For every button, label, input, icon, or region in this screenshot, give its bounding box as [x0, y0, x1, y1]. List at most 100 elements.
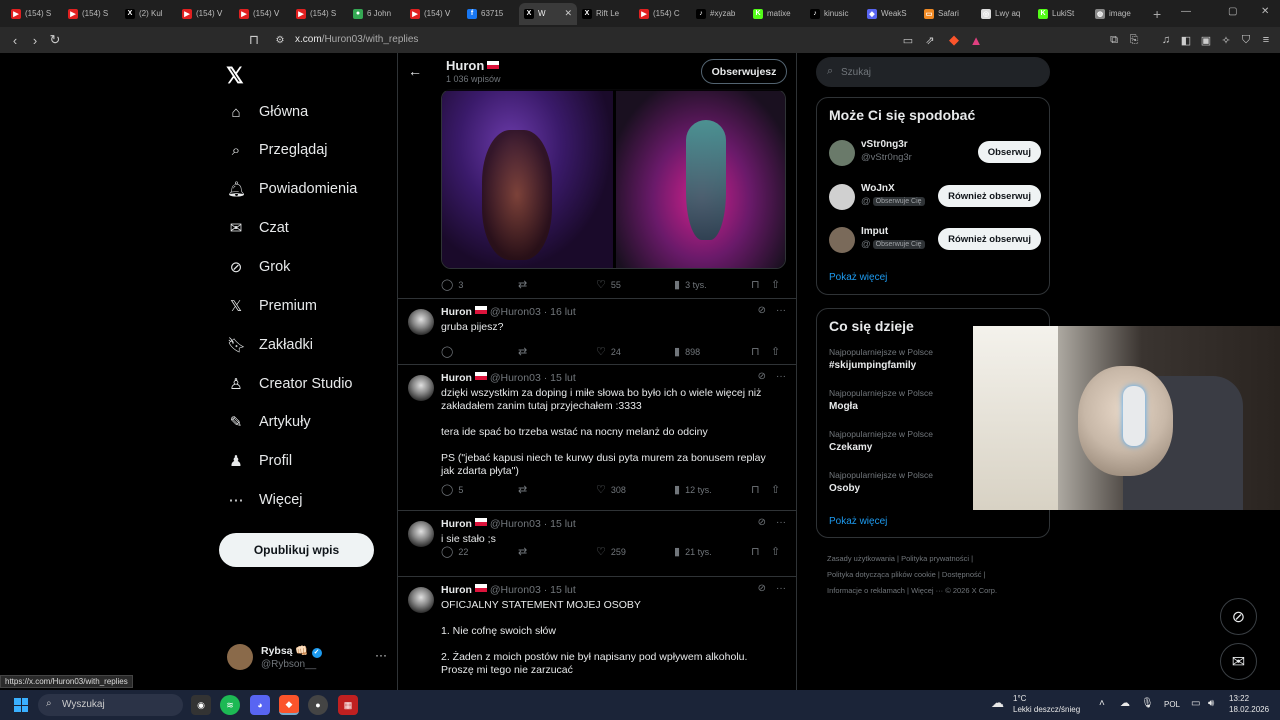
- like-button[interactable]: ♡ 308: [596, 483, 626, 496]
- bookmark-icon[interactable]: ⊓: [244, 32, 264, 48]
- app-icon[interactable]: ▦: [338, 695, 358, 715]
- browser-tab[interactable]: ▭ Safari: [919, 3, 976, 25]
- tweet-author-name[interactable]: Huron: [441, 518, 472, 530]
- more-icon[interactable]: ···: [776, 371, 786, 382]
- network-icon[interactable]: ▭: [1191, 698, 1200, 720]
- sidebar-icon[interactable]: ◧: [1176, 34, 1196, 47]
- like-button[interactable]: ♡ 55: [596, 278, 621, 291]
- back-arrow-icon[interactable]: ←: [408, 63, 422, 79]
- avatar[interactable]: [408, 587, 434, 613]
- taskbar-search[interactable]: ⌕ Wyszukaj: [38, 694, 183, 716]
- avatar[interactable]: [408, 309, 434, 335]
- reply-button[interactable]: ◯ 22: [441, 545, 468, 558]
- browser-tab[interactable]: ▶ (154) C: [634, 3, 691, 25]
- bookmark-button[interactable]: ⊓: [751, 545, 760, 558]
- tray-app-icon[interactable]: ☁: [1120, 698, 1130, 720]
- share-button[interactable]: ⇧: [771, 345, 780, 358]
- share-button[interactable]: ⇧: [771, 483, 780, 496]
- nav-item-3[interactable]: ✉ Czat: [227, 213, 289, 243]
- browser-tab[interactable]: Kmatixe: [748, 3, 805, 25]
- brave-icon[interactable]: ◆: [279, 695, 299, 715]
- more-icon[interactable]: ···: [776, 517, 786, 528]
- nav-item-5[interactable]: 𝕏 Premium: [227, 291, 317, 321]
- avatar[interactable]: [829, 184, 855, 210]
- volume-icon[interactable]: 🔊︎: [1208, 698, 1214, 720]
- browser-tab[interactable]: ▶ (154) S: [6, 3, 63, 25]
- share-button[interactable]: ⇧: [771, 545, 780, 558]
- screenshot-icon[interactable]: ⎘: [1124, 34, 1144, 47]
- weather-widget[interactable]: ☁ 1°C Lekki deszcz/śnieg: [991, 690, 1091, 720]
- browser-tab[interactable]: ♪ kinusic: [805, 3, 862, 25]
- tweet[interactable]: Huron @Huron03 · 15 lut ⊘ ··· dzięki wszyst…: [398, 364, 796, 510]
- repost-button[interactable]: ⇄: [518, 545, 527, 558]
- repost-button[interactable]: ⇄: [518, 345, 527, 358]
- browser-tab[interactable]: ▶ (154) ᐯ: [405, 3, 462, 25]
- trends-show-more-link[interactable]: Pokaż więcej: [829, 516, 887, 527]
- browser-tab[interactable]: ▶ (154) S: [63, 3, 120, 25]
- more-icon[interactable]: ···: [776, 305, 786, 316]
- suggested-account[interactable]: WoJnX @ Obserwuje Cię Również obserwuj: [829, 182, 1041, 212]
- tweet[interactable]: Huron @Huron03 · 15 lut ⊘ ··· OFICJALNY STA…: [398, 576, 796, 693]
- views-button[interactable]: ▮ 21 tys.: [674, 545, 712, 558]
- grok-icon[interactable]: ⊘: [758, 583, 766, 594]
- follow-button[interactable]: Obserwuj: [977, 141, 1041, 163]
- reply-button[interactable]: ◯ 3: [441, 278, 463, 291]
- browser-tab[interactable]: ▶ (154) ᐯ: [234, 3, 291, 25]
- language-indicator[interactable]: POL: [1164, 700, 1180, 720]
- browser-tab[interactable]: X Rift Le: [577, 3, 634, 25]
- browser-tab[interactable]: f 63715: [462, 3, 519, 25]
- nav-item-2[interactable]: 🔔︎ Powiadomienia: [227, 174, 357, 204]
- views-button[interactable]: ▮ 12 tys.: [674, 483, 712, 496]
- publish-post-button[interactable]: Opublikuj wpis: [219, 533, 374, 567]
- media-icon[interactable]: ♫: [1156, 34, 1176, 46]
- search-input[interactable]: ⌕ Szukaj: [816, 57, 1050, 87]
- tweet[interactable]: Huron @Huron03 · 15 lut ⊘ ··· i sie stało ;…: [398, 510, 796, 576]
- tweet-handle-date[interactable]: @Huron03 · 15 lut: [490, 372, 576, 384]
- clock-date[interactable]: 18.02.2026: [1229, 705, 1269, 720]
- obs-icon[interactable]: ●: [308, 695, 328, 715]
- suggested-name[interactable]: WoJnX: [861, 183, 895, 194]
- tweet-media[interactable]: [441, 89, 786, 269]
- avatar[interactable]: [829, 140, 855, 166]
- tweet-author-name[interactable]: Huron: [441, 372, 472, 384]
- nav-item-7[interactable]: ♙ Creator Studio: [227, 369, 352, 399]
- site-info-icon[interactable]: ⚙: [270, 35, 290, 46]
- share-button[interactable]: ⇧: [771, 278, 780, 291]
- suggested-name[interactable]: Imput: [861, 226, 888, 237]
- browser-tab[interactable]: ♪ #xyzab: [691, 3, 748, 25]
- tweet-handle-date[interactable]: @Huron03 · 16 lut: [490, 306, 576, 318]
- reply-button[interactable]: ◯: [441, 345, 458, 358]
- messages-icon[interactable]: ✉: [1220, 643, 1257, 680]
- discord-icon[interactable]: ◕: [250, 695, 270, 715]
- browser-tab[interactable]: ▶ (154) S: [291, 3, 348, 25]
- bookmark-button[interactable]: ⊓: [751, 278, 760, 291]
- minimize-icon[interactable]: —: [1181, 6, 1191, 17]
- follow-button[interactable]: Również obserwuj: [938, 228, 1041, 250]
- reply-button[interactable]: ◯ 5: [441, 483, 463, 496]
- more-icon[interactable]: ···: [375, 648, 387, 662]
- grok-icon[interactable]: ⊘: [758, 305, 766, 316]
- tweet-handle-date[interactable]: @Huron03 · 15 lut: [490, 518, 576, 530]
- brave-shield-icon[interactable]: ◆: [944, 32, 964, 48]
- tweet-author-name[interactable]: Huron: [441, 584, 472, 596]
- back-icon[interactable]: ‹: [5, 33, 25, 48]
- footer-line[interactable]: Zasady użytkowania | Polityka prywatnośc…: [827, 551, 1052, 567]
- new-tab-icon[interactable]: +: [1153, 6, 1169, 22]
- tweet-handle-date[interactable]: @Huron03 · 15 lut: [490, 584, 576, 596]
- footer-line[interactable]: Informacje o reklamach | Więcej ··· © 20…: [827, 583, 1052, 599]
- views-button[interactable]: ▮ 898: [674, 345, 700, 358]
- vpn-icon[interactable]: ⛉: [1236, 34, 1256, 47]
- repost-button[interactable]: ⇄: [518, 483, 527, 496]
- nav-item-9[interactable]: ♟ Profil: [227, 446, 292, 476]
- suggested-account[interactable]: vStr0ng3r @vStr0ng3r Obserwuj: [829, 138, 1041, 168]
- browser-tab[interactable]: ◆ WeakS: [862, 3, 919, 25]
- steam-icon[interactable]: ◉: [191, 695, 211, 715]
- views-button[interactable]: ▮ 3 tys.: [674, 278, 707, 291]
- footer-line[interactable]: Polityka dotycząca plików cookie | Dostę…: [827, 567, 1052, 583]
- forward-icon[interactable]: ›: [25, 33, 45, 48]
- browser-tab[interactable]: X W ✕: [519, 2, 577, 25]
- extensions-icon[interactable]: ⧉: [1104, 34, 1124, 47]
- browser-tab[interactable]: ◍ image: [1090, 3, 1147, 25]
- maximize-icon[interactable]: ▢: [1228, 6, 1237, 17]
- grok-icon[interactable]: ⊘: [758, 517, 766, 528]
